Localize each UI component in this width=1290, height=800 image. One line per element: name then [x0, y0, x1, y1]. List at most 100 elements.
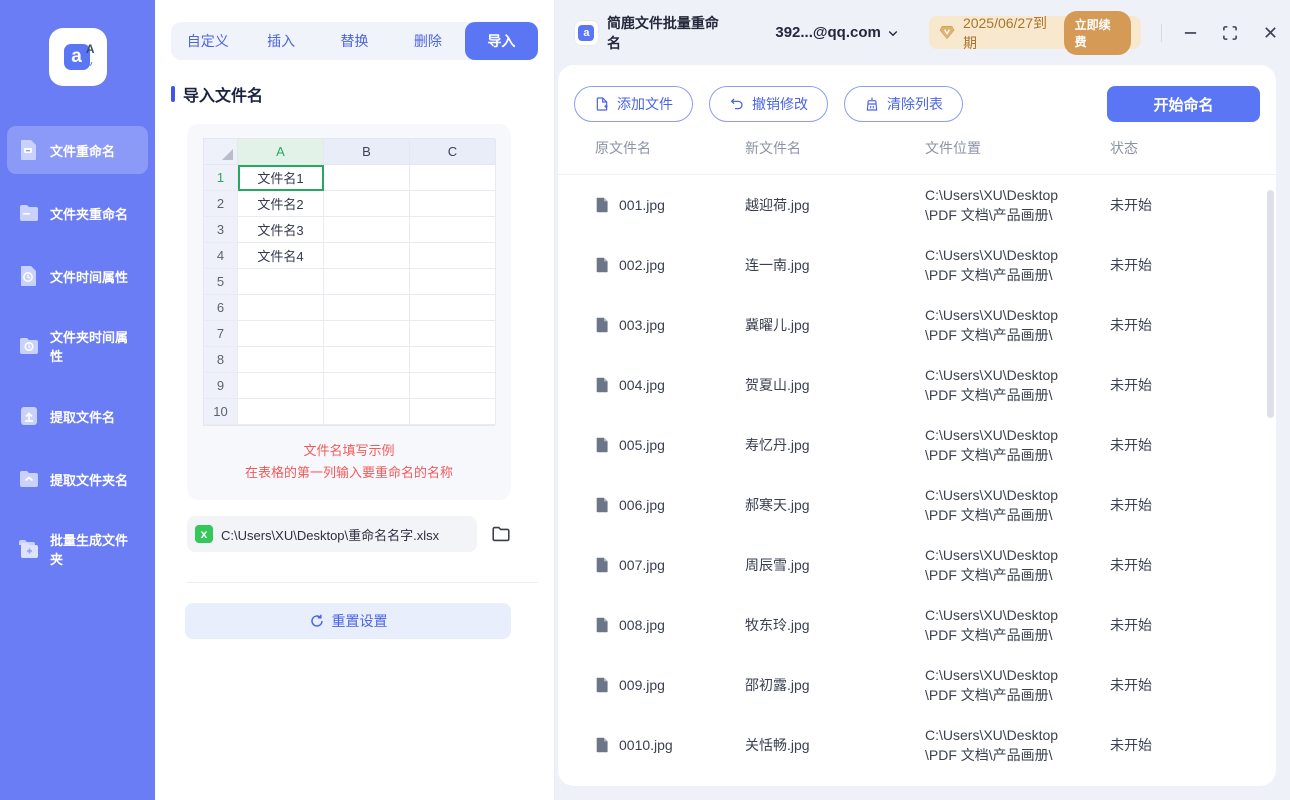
sheet-row-number[interactable]: 8: [204, 347, 238, 373]
sheet-cell-c[interactable]: [410, 321, 496, 347]
sheet-select-all-corner[interactable]: [204, 139, 238, 165]
new-filename: 贺夏山.jpg: [745, 377, 810, 393]
tab-import[interactable]: 导入: [464, 22, 539, 60]
sheet-cell-b[interactable]: [324, 321, 410, 347]
extract-foldername-icon: [17, 467, 41, 491]
sheet-cell-b[interactable]: [324, 165, 410, 191]
tab-insert[interactable]: 插入: [244, 22, 317, 60]
tab-delete[interactable]: 删除: [391, 22, 464, 60]
sheet-cell-a[interactable]: [238, 373, 324, 399]
start-rename-label: 开始命名: [1153, 96, 1214, 114]
file-icon: [595, 437, 610, 453]
excel-path-input[interactable]: x C:\Users\XU\Desktop\重命名名字.xlsx: [187, 516, 477, 552]
sheet-cell-b[interactable]: [324, 191, 410, 217]
sidebar-item-file-time[interactable]: 文件时间属性: [7, 252, 148, 300]
sheet-cell-a[interactable]: [238, 321, 324, 347]
sheet-cell-b[interactable]: [324, 217, 410, 243]
close-button[interactable]: [1250, 13, 1290, 53]
sidebar-item-extract-filename[interactable]: 提取文件名: [7, 392, 148, 440]
table-row[interactable]: 008.jpg 牧东玲.jpg C:\Users\XU\Desktop \PDF…: [558, 595, 1276, 655]
sheet-cell-c[interactable]: [410, 191, 496, 217]
file-list-panel: 添加文件 撤销修改 清除列表 开始命名 原文件名 新文件名 文件位置 状态 00…: [558, 65, 1276, 786]
sidebar-item-batch-create-folder[interactable]: 批量生成文件夹: [7, 518, 148, 580]
vip-diamond-icon: [939, 26, 955, 39]
sheet-cell-a[interactable]: 文件名2: [238, 191, 324, 217]
sheet-cell-a[interactable]: 文件名3: [238, 217, 324, 243]
sheet-cell-c[interactable]: [410, 295, 496, 321]
tab-replace[interactable]: 替换: [318, 22, 391, 60]
sheet-row-number[interactable]: 7: [204, 321, 238, 347]
tab-custom[interactable]: 自定义: [171, 22, 244, 60]
sheet-preview-card: A B C 1 文件名1 2 文件名2 3 文件名3 4 文件名4 5 6 7 …: [187, 124, 511, 500]
table-row[interactable]: 007.jpg 周辰雪.jpg C:\Users\XU\Desktop \PDF…: [558, 535, 1276, 595]
sheet-col-c-header[interactable]: C: [410, 139, 496, 165]
table-row[interactable]: 001.jpg 越迎荷.jpg C:\Users\XU\Desktop \PDF…: [558, 175, 1276, 235]
sheet-cell-c[interactable]: [410, 217, 496, 243]
sheet-cell-c[interactable]: [410, 373, 496, 399]
sheet-col-b-header[interactable]: B: [324, 139, 410, 165]
table-row[interactable]: 004.jpg 贺夏山.jpg C:\Users\XU\Desktop \PDF…: [558, 355, 1276, 415]
sheet-row-number[interactable]: 1: [204, 165, 238, 191]
file-icon: [595, 317, 610, 333]
file-location-line2: \PDF 文档\产品画册\: [925, 267, 1053, 283]
sheet-cell-b[interactable]: [324, 269, 410, 295]
sheet-cell-c[interactable]: [410, 243, 496, 269]
sheet-cell-c[interactable]: [410, 269, 496, 295]
sidebar-item-folder-time[interactable]: 文件夹时间属性: [7, 315, 148, 377]
sheet-cell-b[interactable]: [324, 295, 410, 321]
sheet-col-a-header[interactable]: A: [238, 139, 324, 165]
sheet-cell-b[interactable]: [324, 399, 410, 425]
table-scrollbar[interactable]: [1267, 190, 1274, 418]
undo-button[interactable]: 撤销修改: [709, 86, 828, 122]
file-icon: [595, 557, 610, 573]
maximize-button[interactable]: [1210, 13, 1250, 53]
sheet-cell-b[interactable]: [324, 243, 410, 269]
sheet-cell-a[interactable]: [238, 347, 324, 373]
file-location: C:\Users\XU\Desktop \PDF 文档\产品画册\: [925, 655, 1110, 715]
sheet-row-number[interactable]: 3: [204, 217, 238, 243]
sheet-cell-b[interactable]: [324, 347, 410, 373]
titlebar: a 简鹿文件批量重命名 392...@qq.com 2025/06/27到期 立…: [556, 0, 1290, 65]
sidebar-item-file-rename[interactable]: 文件重命名: [7, 126, 148, 174]
table-row[interactable]: 0010.jpg 关恬畅.jpg C:\Users\XU\Desktop \PD…: [558, 715, 1276, 775]
sheet-row-number[interactable]: 5: [204, 269, 238, 295]
minimize-button[interactable]: [1170, 13, 1210, 53]
file-icon: [595, 617, 610, 633]
sheet-cell-c[interactable]: [410, 347, 496, 373]
sidebar-item-extract-foldername[interactable]: 提取文件夹名: [7, 455, 148, 503]
table-row[interactable]: 009.jpg 邵初露.jpg C:\Users\XU\Desktop \PDF…: [558, 655, 1276, 715]
sheet-row-number[interactable]: 9: [204, 373, 238, 399]
sheet-cell-a[interactable]: 文件名1: [238, 165, 324, 191]
file-location-line2: \PDF 文档\产品画册\: [925, 327, 1053, 343]
sheet-row-number[interactable]: 6: [204, 295, 238, 321]
add-files-button[interactable]: 添加文件: [574, 86, 693, 122]
license-badge: 2025/06/27到期 立即续费: [928, 10, 1142, 55]
file-location-line1: C:\Users\XU\Desktop: [925, 667, 1059, 683]
sheet-cell-a[interactable]: [238, 295, 324, 321]
sheet-cell-c[interactable]: [410, 399, 496, 425]
table-row[interactable]: 003.jpg 冀曜儿.jpg C:\Users\XU\Desktop \PDF…: [558, 295, 1276, 355]
table-row[interactable]: 006.jpg 郝寒天.jpg C:\Users\XU\Desktop \PDF…: [558, 475, 1276, 535]
sheet-cell-b[interactable]: [324, 373, 410, 399]
titlebar-separator: [1161, 23, 1162, 42]
table-row[interactable]: 002.jpg 连一南.jpg C:\Users\XU\Desktop \PDF…: [558, 235, 1276, 295]
account-menu[interactable]: 392...@qq.com: [775, 24, 899, 41]
reset-settings-button[interactable]: 重置设置: [185, 603, 511, 639]
sidebar-item-folder-rename[interactable]: 文件夹重命名: [7, 189, 148, 237]
start-rename-button[interactable]: 开始命名: [1107, 86, 1260, 122]
sheet-cell-a[interactable]: 文件名4: [238, 243, 324, 269]
file-location-line2: \PDF 文档\产品画册\: [925, 567, 1053, 583]
browse-file-button[interactable]: [489, 522, 513, 546]
sheet-cell-c[interactable]: [410, 165, 496, 191]
sheet-cell-a[interactable]: [238, 399, 324, 425]
sheet-row-number[interactable]: 10: [204, 399, 238, 425]
sheet-cell-a[interactable]: [238, 269, 324, 295]
sidebar-item-label: 文件时间属性: [50, 269, 129, 285]
renew-button[interactable]: 立即续费: [1063, 10, 1132, 55]
table-row[interactable]: 005.jpg 寿忆丹.jpg C:\Users\XU\Desktop \PDF…: [558, 415, 1276, 475]
sheet-row: 4 文件名4: [204, 243, 496, 269]
clear-list-button[interactable]: 清除列表: [844, 86, 963, 122]
sheet-row-number[interactable]: 2: [204, 191, 238, 217]
sheet-row-number[interactable]: 4: [204, 243, 238, 269]
chevron-down-icon: [888, 30, 898, 36]
